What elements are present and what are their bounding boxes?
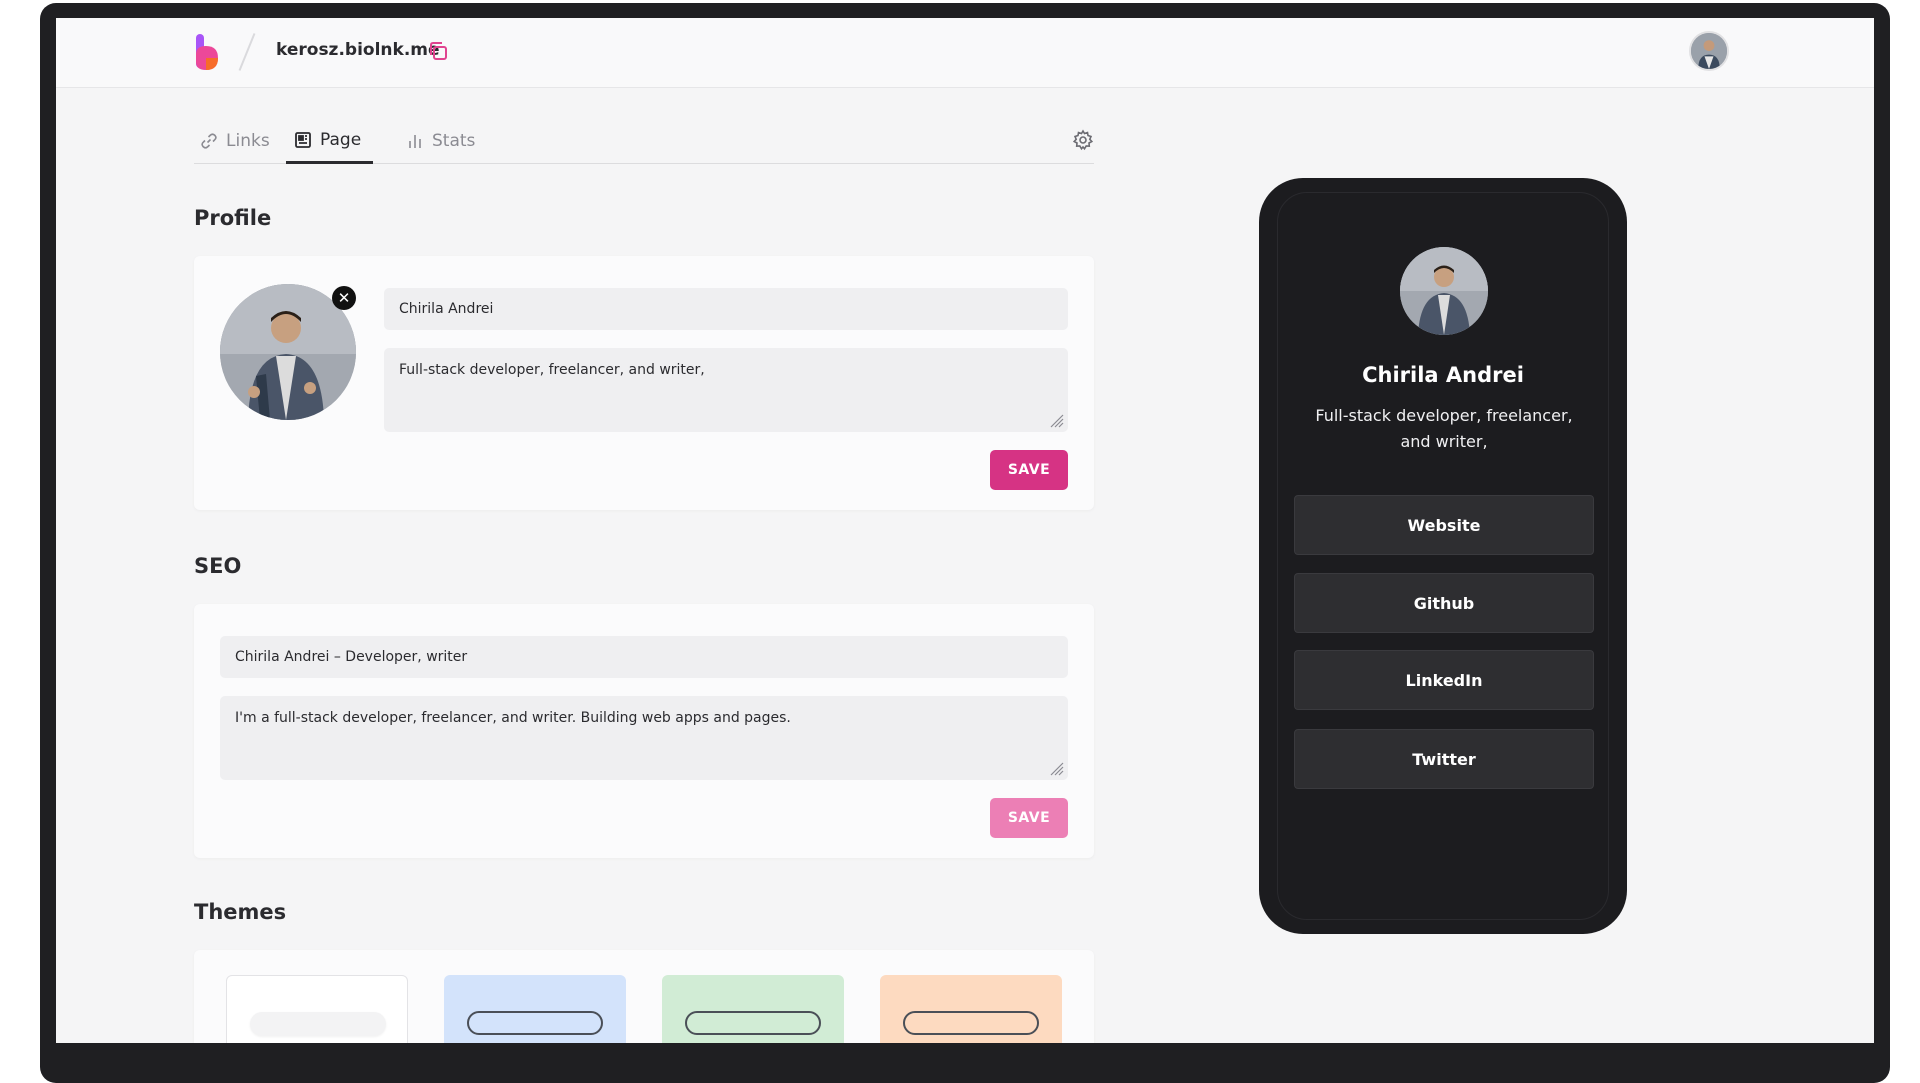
theme-preview-pill	[903, 1011, 1039, 1035]
profile-section-title: Profile	[194, 206, 272, 230]
remove-photo-button[interactable]: ✕	[332, 286, 356, 310]
profile-bio-text: Full-stack developer, freelancer, and wr…	[399, 362, 705, 378]
seo-card: Chirila Andrei – Developer, writer I'm a…	[194, 604, 1094, 858]
seo-save-button[interactable]: SAVE	[990, 798, 1068, 838]
profile-save-button[interactable]: SAVE	[990, 450, 1068, 490]
breadcrumb-divider	[238, 33, 256, 71]
theme-option-peach[interactable]	[880, 975, 1062, 1043]
link-icon	[201, 133, 217, 149]
gear-icon[interactable]	[1072, 129, 1094, 151]
bar-chart-icon	[409, 135, 421, 148]
site-url[interactable]: kerosz.biolnk.me	[276, 40, 440, 60]
user-avatar[interactable]	[1689, 31, 1729, 71]
theme-option-green[interactable]	[662, 975, 844, 1043]
theme-preview-pill	[250, 1012, 386, 1036]
phone-screen: Chirila Andrei Full-stack developer, fre…	[1277, 192, 1609, 920]
themes-section-title: Themes	[194, 900, 287, 924]
device-frame: kerosz.biolnk.me Links Page Stats Profil…	[40, 3, 1890, 1083]
top-bar: kerosz.biolnk.me	[56, 18, 1874, 88]
app-screen: kerosz.biolnk.me Links Page Stats Profil…	[56, 18, 1874, 1043]
tab-links-label: Links	[226, 131, 270, 151]
preview-avatar	[1400, 247, 1488, 335]
preview-name: Chirila Andrei	[1362, 363, 1524, 387]
themes-card	[194, 950, 1094, 1043]
phone-preview: Chirila Andrei Full-stack developer, fre…	[1259, 178, 1627, 934]
layout-icon	[295, 131, 311, 148]
profile-name-input[interactable]: Chirila Andrei	[384, 288, 1068, 330]
resize-handle-icon[interactable]	[1048, 412, 1064, 428]
tab-stats[interactable]: Stats	[406, 118, 475, 164]
theme-option-light[interactable]	[226, 975, 408, 1043]
biolnk-logo-icon[interactable]	[194, 34, 220, 72]
theme-preview-pill	[467, 1011, 603, 1035]
tab-page[interactable]: Page	[286, 118, 374, 164]
tab-links[interactable]: Links	[200, 118, 270, 164]
copy-icon[interactable]	[427, 40, 449, 62]
seo-section-title: SEO	[194, 554, 242, 578]
preview-bio: Full-stack developer, freelancer, and wr…	[1315, 406, 1573, 451]
theme-option-blue[interactable]	[444, 975, 626, 1043]
seo-description-textarea[interactable]: I'm a full-stack developer, freelancer, …	[220, 696, 1068, 780]
resize-handle-icon[interactable]	[1048, 760, 1064, 776]
tab-stats-label: Stats	[432, 131, 476, 151]
profile-bio-textarea[interactable]: Full-stack developer, freelancer, and wr…	[384, 348, 1068, 432]
preview-link-website[interactable]: Website	[1294, 495, 1594, 555]
seo-title-input[interactable]: Chirila Andrei – Developer, writer	[220, 636, 1068, 678]
seo-description-text: I'm a full-stack developer, freelancer, …	[235, 710, 791, 726]
preview-link-github[interactable]: Github	[1294, 573, 1594, 633]
profile-card: ✕ Chirila Andrei Full-stack developer, f…	[194, 256, 1094, 510]
tab-page-label: Page	[320, 129, 362, 150]
preview-link-twitter[interactable]: Twitter	[1294, 729, 1594, 789]
page-tabs: Links Page Stats	[194, 118, 1094, 164]
theme-preview-pill	[685, 1011, 821, 1035]
preview-link-linkedin[interactable]: LinkedIn	[1294, 650, 1594, 710]
